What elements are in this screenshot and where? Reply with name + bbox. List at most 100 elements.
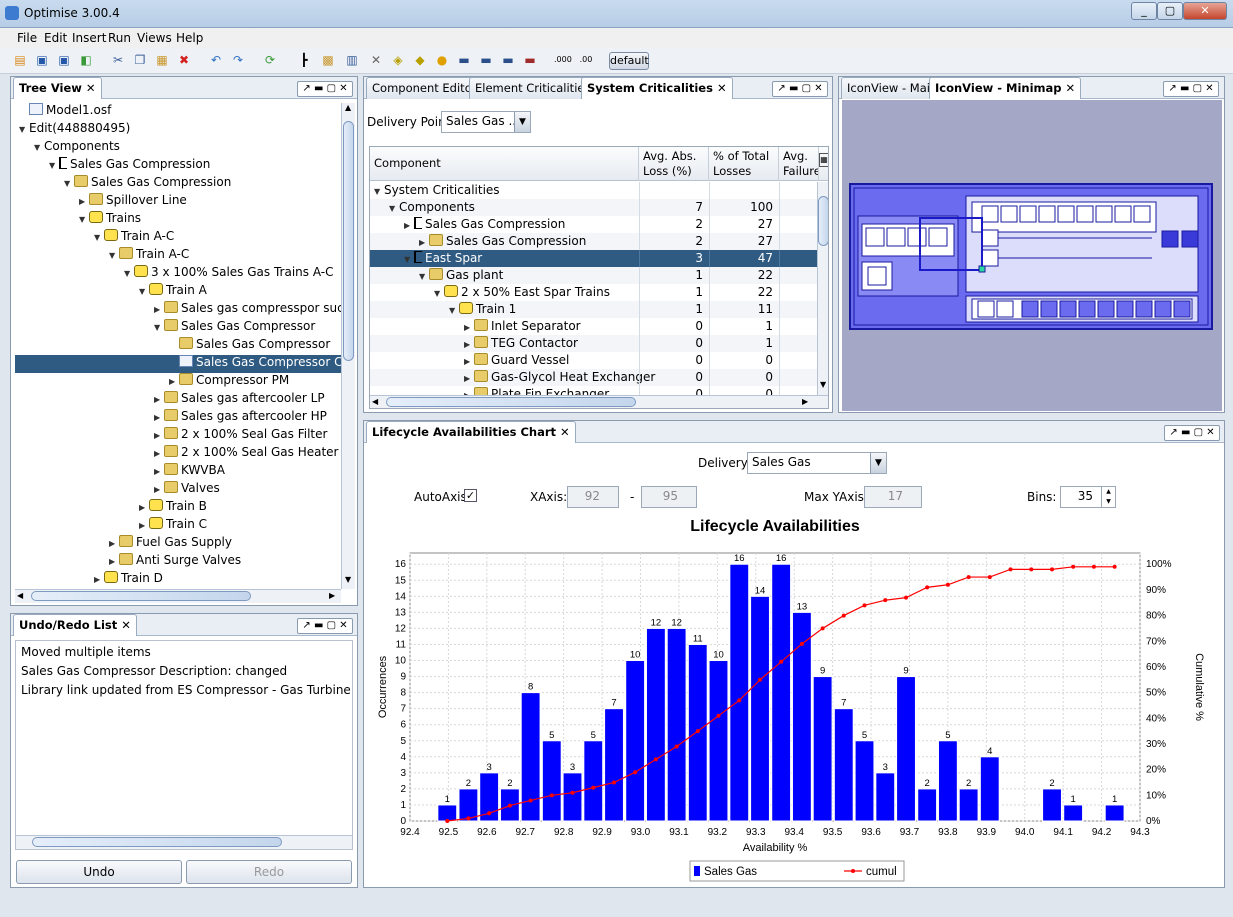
list-item[interactable]: Library link updated from ES Compressor …	[21, 683, 352, 697]
collapse-arrow-icon[interactable]: ▶	[154, 485, 164, 494]
tree-item[interactable]: ▶ Sales gas aftercooler HP	[15, 409, 341, 427]
collapse-arrow-icon[interactable]: ▶	[139, 503, 149, 512]
table-row[interactable]: ▼ East Spar 3 47	[370, 250, 818, 267]
save-icon[interactable]: ▣	[34, 52, 50, 68]
expand-arrow-icon[interactable]: ▼	[19, 125, 29, 134]
scroll-left-icon[interactable]: ◀	[17, 591, 23, 600]
table-row[interactable]: ▶ Guard Vessel 0 0	[370, 352, 818, 369]
tree-item[interactable]: ▶ Anti Surge Valves	[15, 553, 341, 571]
maximize-button[interactable]: ▢	[1157, 2, 1183, 20]
chevron-down-icon[interactable]: ▼	[514, 112, 530, 132]
collapse-arrow-icon[interactable]: ▶	[109, 557, 119, 566]
expand-arrow-icon[interactable]: ▼	[404, 255, 414, 264]
train-icon[interactable]: ◈	[390, 52, 406, 68]
save-as-icon[interactable]: ▣	[56, 52, 72, 68]
table-row[interactable]: ▶ Sales Gas Compression 2 27	[370, 216, 818, 233]
collapse-arrow-icon[interactable]: ▶	[464, 357, 474, 366]
menu-views[interactable]: Views	[137, 31, 172, 45]
collapse-arrow-icon[interactable]: ▶	[464, 323, 474, 332]
tree-item[interactable]: ▼ Sales Gas Compressor	[15, 319, 341, 337]
tab-system-criticalities[interactable]: System Criticalities ✕	[581, 77, 733, 99]
field-4-icon[interactable]: ▬	[522, 52, 538, 68]
table-row[interactable]: ▶ Sales Gas Compression 2 27	[370, 233, 818, 250]
table-row[interactable]: ▶ Gas-Glycol Heat Exchanger 0 0	[370, 369, 818, 386]
expand-arrow-icon[interactable]: ▼	[64, 179, 74, 188]
node-icon[interactable]: ┣	[296, 52, 312, 68]
field-2-icon[interactable]: ▬	[478, 52, 494, 68]
tab-iconview-main[interactable]: IconView - Main	[841, 77, 944, 99]
train-run-icon[interactable]: ◆	[412, 52, 428, 68]
tab-lifecycle-chart[interactable]: Lifecycle Availabilities Chart ✕	[366, 421, 576, 443]
redo-button[interactable]: Redo	[186, 860, 352, 884]
delete-icon[interactable]: ✖	[176, 52, 192, 68]
table-row[interactable]: ▼ System Criticalities	[370, 182, 818, 199]
table-row[interactable]: ▼ Train 1 1 11	[370, 301, 818, 318]
tree-item[interactable]: ▼ Train A	[15, 283, 341, 301]
tab-undo-redo[interactable]: Undo/Redo List ✕	[13, 614, 137, 636]
chevron-down-icon[interactable]: ▼	[870, 453, 886, 473]
col-pct-total-losses[interactable]: % of Total Losses	[709, 147, 779, 181]
expand-arrow-icon[interactable]: ▼	[79, 215, 89, 224]
collapse-arrow-icon[interactable]: ▶	[154, 449, 164, 458]
tree-item[interactable]: ▼ Train A-C	[15, 229, 341, 247]
minimap-canvas[interactable]	[842, 100, 1222, 411]
expand-arrow-icon[interactable]: ▼	[109, 251, 119, 260]
tree-item[interactable]: ▶ Compressor PM	[15, 373, 341, 391]
tab-iconview-minimap[interactable]: IconView - Minimap ✕	[929, 77, 1082, 99]
table-row[interactable]: ▼ 2 x 50% East Spar Trains 1 22	[370, 284, 818, 301]
open-icon[interactable]: ◧	[78, 52, 94, 68]
tree-item[interactable]: ▶ Sales gas aftercooler LP	[15, 391, 341, 409]
delivery-select[interactable]: Sales Gas ▼	[747, 452, 887, 474]
undo-hscrollbar[interactable]	[16, 835, 352, 849]
panel-controls[interactable]: ↗ ▬ ▢ ✕	[1164, 425, 1220, 441]
collapse-arrow-icon[interactable]: ▶	[154, 395, 164, 404]
field-1-icon[interactable]: ▬	[456, 52, 472, 68]
expand-arrow-icon[interactable]: ▼	[139, 287, 149, 296]
expand-arrow-icon[interactable]: ▼	[374, 187, 384, 196]
panel-controls[interactable]: ↗ ▬ ▢ ✕	[297, 81, 353, 97]
expand-arrow-icon[interactable]: ▼	[154, 323, 164, 332]
collapse-arrow-icon[interactable]: ▶	[419, 238, 429, 247]
tree-item[interactable]: ▶ 2 x 100% Seal Gas Filter	[15, 427, 341, 445]
tab-component-editor[interactable]: Component Editor	[366, 77, 483, 99]
new-icon[interactable]: ▤	[12, 52, 28, 68]
tab-element-criticalities[interactable]: Element Criticalities	[469, 77, 597, 99]
copy-icon[interactable]: ❐	[132, 52, 148, 68]
tree-hscrollbar[interactable]: ◀ ▶	[15, 589, 341, 603]
scroll-down-icon[interactable]: ▼	[345, 575, 351, 584]
tree-item[interactable]: ▶ Train C	[15, 517, 341, 535]
component-icon[interactable]: ▩	[320, 52, 336, 68]
collapse-arrow-icon[interactable]: ▶	[154, 413, 164, 422]
tree-item[interactable]: ▼ Components	[15, 139, 341, 157]
tree-item[interactable]: ▼ Trains	[15, 211, 341, 229]
tree-item[interactable]: ▶ Valves	[15, 481, 341, 499]
table-row[interactable]: ▼ Components 7 100	[370, 199, 818, 216]
table-vscroll-thumb[interactable]	[818, 196, 828, 246]
delivery-point-select[interactable]: Sales Gas .. ▼	[441, 111, 531, 133]
undo-icon[interactable]: ↶	[208, 52, 224, 68]
tree-item[interactable]: ▶ Spillover Line	[15, 193, 341, 211]
tree-item[interactable]: ▼ Sales Gas Compression	[15, 175, 341, 193]
xaxis-max-input[interactable]: 95	[641, 486, 697, 508]
table-row[interactable]: ▶ Inlet Separator 0 1	[370, 318, 818, 335]
collapse-arrow-icon[interactable]: ▶	[464, 374, 474, 383]
maxy-input[interactable]: 17	[864, 486, 922, 508]
panel-controls[interactable]: ↗ ▬ ▢ ✕	[772, 81, 828, 97]
tree-item[interactable]: Sales Gas Compressor Ch	[15, 355, 341, 373]
column-chooser-icon[interactable]: ▦	[819, 153, 828, 167]
field-3-icon[interactable]: ▬	[500, 52, 516, 68]
table-hscrollbar[interactable]: ◀ ▶	[370, 395, 828, 408]
tree-item[interactable]: ▼ Sales Gas Compression	[15, 157, 341, 175]
undo-hscroll-thumb[interactable]	[32, 837, 282, 847]
decimal-00-icon[interactable]: .00	[578, 52, 594, 68]
tree-item[interactable]: ▼ 3 x 100% Sales Gas Trains A-C	[15, 265, 341, 283]
expand-arrow-icon[interactable]: ▼	[434, 289, 444, 298]
expand-arrow-icon[interactable]: ▼	[449, 306, 459, 315]
minimize-button[interactable]: _	[1131, 2, 1157, 20]
tree-item[interactable]: ▶ Fuel Gas Supply	[15, 535, 341, 553]
tree-hscroll-thumb[interactable]	[31, 591, 251, 601]
menu-run[interactable]: Run	[108, 31, 131, 45]
paste-icon[interactable]: ▦	[154, 52, 170, 68]
collapse-arrow-icon[interactable]: ▶	[169, 377, 179, 386]
tree-item[interactable]: ▶ Sales gas compresspor sucti	[15, 301, 341, 319]
